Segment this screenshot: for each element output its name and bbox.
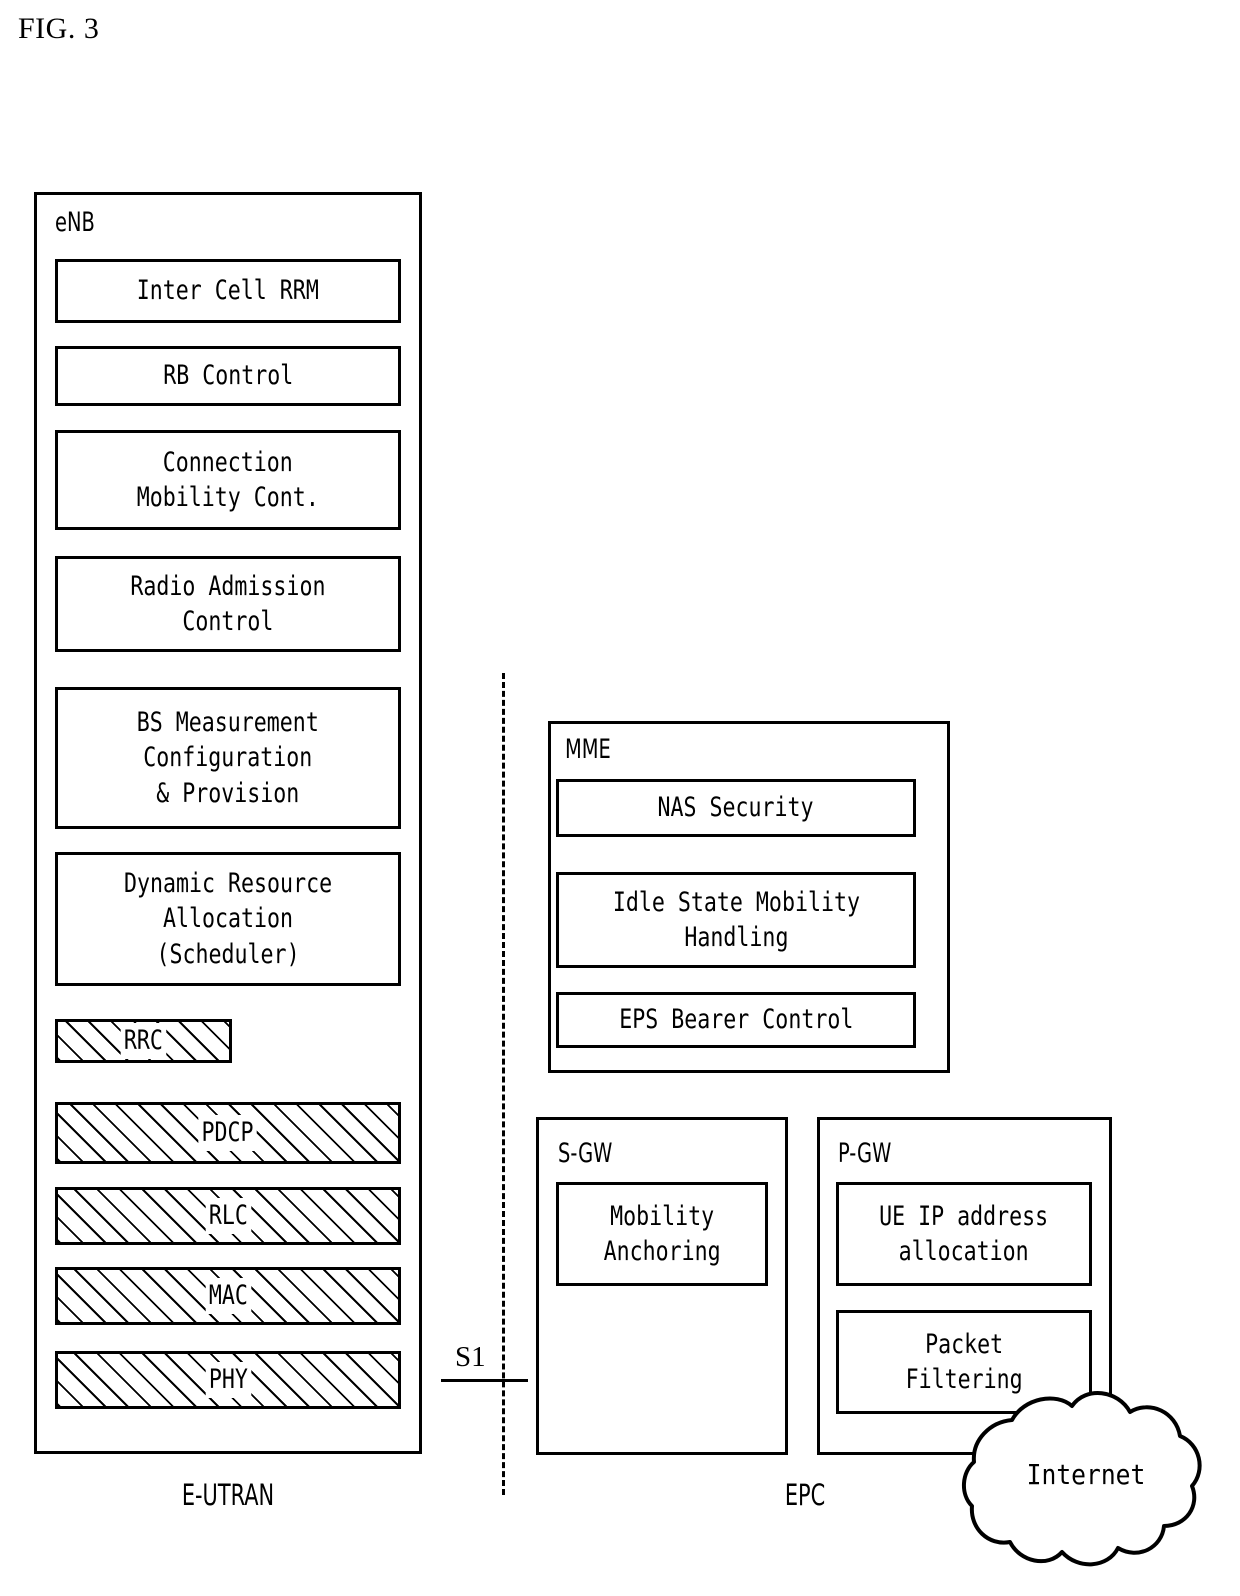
pgw-function-label: UE IP address allocation — [879, 1200, 1049, 1267]
figure-canvas: FIG. 3 eNB Inter Cell RRM RB Control Con… — [0, 0, 1240, 1596]
enb-layer-label: RRC — [120, 1023, 167, 1059]
pgw-function-ue-ip-address-allocation: UE IP address allocation — [836, 1182, 1092, 1286]
enb-layer-pdcp: PDCP — [55, 1102, 401, 1164]
mme-function-label: NAS Security — [657, 792, 815, 824]
mme-function-label: EPS Bearer Control — [618, 1004, 854, 1036]
enb-layer-mac: MAC — [55, 1267, 401, 1325]
enb-layer-label: PHY — [205, 1362, 251, 1398]
enb-function-label: Connection Mobility Cont. — [136, 446, 320, 513]
internet-label: Internet — [1026, 1458, 1146, 1491]
sgw-label: S-GW — [558, 1138, 613, 1169]
mme-function-idle-state-mobility-handling: Idle State Mobility Handling — [556, 872, 916, 968]
enb-function-rb-control: RB Control — [55, 346, 401, 406]
sgw-function-mobility-anchoring: Mobility Anchoring — [556, 1182, 768, 1286]
enb-function-dynamic-resource-allocation: Dynamic Resource Allocation (Scheduler) — [55, 852, 401, 986]
enb-function-radio-admission-control: Radio Admission Control — [55, 556, 401, 652]
enb-layer-label: RLC — [205, 1198, 251, 1234]
enb-label: eNB — [55, 207, 95, 238]
mme-function-label: Idle State Mobility Handling — [612, 886, 860, 953]
figure-title: FIG. 3 — [18, 12, 100, 45]
mme-label: MME — [565, 734, 611, 765]
enb-function-label: Dynamic Resource Allocation (Scheduler) — [123, 868, 333, 970]
sgw-function-label: Mobility Anchoring — [603, 1200, 721, 1267]
pgw-label: P-GW — [838, 1138, 892, 1169]
enb-function-label: BS Measurement Configuration & Provision — [136, 707, 320, 809]
enb-function-connection-mobility-cont: Connection Mobility Cont. — [55, 430, 401, 530]
e-utran-caption: E-UTRAN — [181, 1478, 275, 1512]
enb-layer-rrc: RRC — [55, 1019, 232, 1063]
enb-layer-label: MAC — [205, 1278, 251, 1314]
enb-function-label: Radio Admission Control — [130, 570, 326, 637]
enb-layer-rlc: RLC — [55, 1187, 401, 1245]
enb-function-inter-cell-rrm: Inter Cell RRM — [55, 259, 401, 323]
s1-interface-line — [441, 1379, 528, 1382]
enb-function-label: RB Control — [162, 360, 294, 392]
enb-function-label: Inter Cell RRM — [136, 275, 320, 307]
mme-function-eps-bearer-control: EPS Bearer Control — [556, 992, 916, 1048]
enb-layer-label: PDCP — [198, 1115, 258, 1151]
domain-divider-dashed-line — [502, 673, 505, 1495]
epc-caption: EPC — [784, 1478, 826, 1512]
mme-function-nas-security: NAS Security — [556, 779, 916, 837]
enb-layer-phy: PHY — [55, 1351, 401, 1409]
s1-interface-label: S1 — [455, 1341, 486, 1373]
enb-function-bs-measurement-configuration: BS Measurement Configuration & Provision — [55, 687, 401, 829]
